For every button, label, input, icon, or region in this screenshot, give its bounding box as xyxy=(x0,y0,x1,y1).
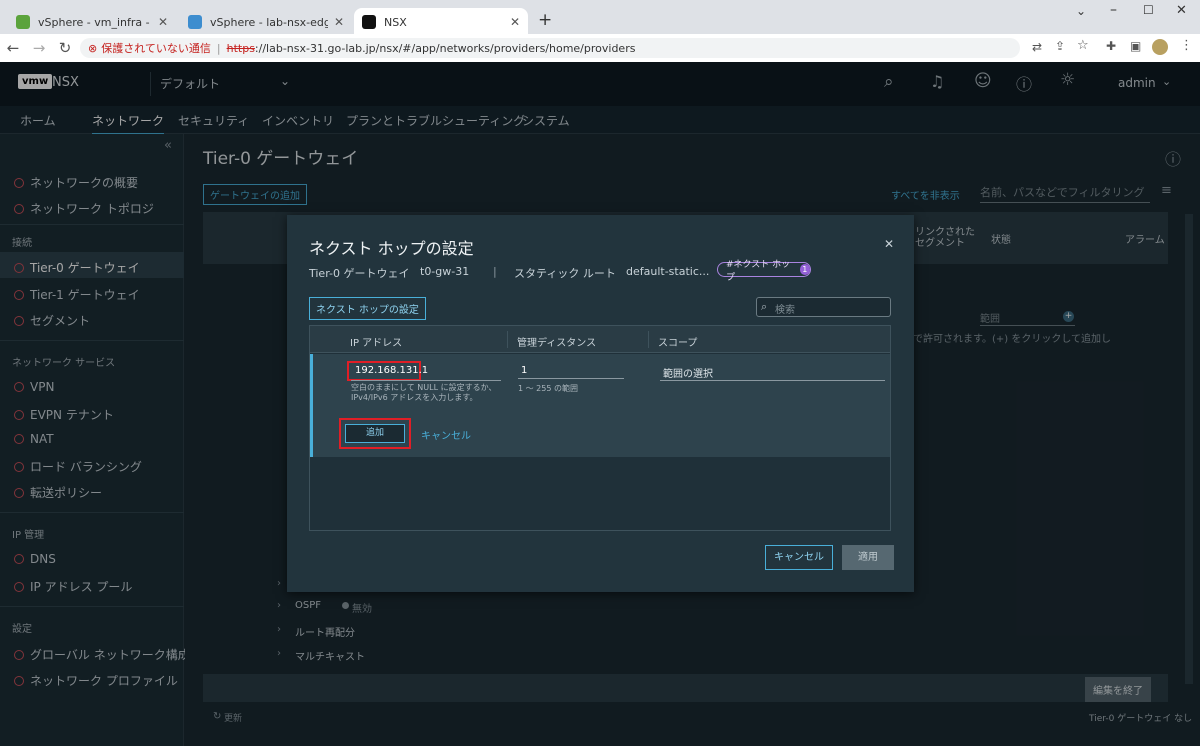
set-next-hop-button[interactable]: ネクスト ホップの設定 xyxy=(309,297,426,320)
col-admin-distance: 管理ディスタンス xyxy=(517,338,597,349)
url-scheme: https xyxy=(226,41,255,55)
vsphere-favicon-icon xyxy=(188,15,202,29)
breadcrumb-tier0: Tier-0 ゲートウェイ xyxy=(309,267,410,280)
maximize-icon[interactable]: ☐ xyxy=(1143,3,1154,17)
next-hop-modal: ネクスト ホップの設定 ✕ Tier-0 ゲートウェイ t0-gw-31 | ス… xyxy=(287,215,914,592)
admin-distance-input[interactable]: 1 xyxy=(521,365,527,376)
tab-list-icon[interactable]: ⌄ xyxy=(1076,4,1086,18)
search-placeholder: 検索 xyxy=(775,305,795,316)
modal-search-input[interactable]: ⌕ 検索 xyxy=(756,297,891,317)
profile-avatar[interactable] xyxy=(1152,39,1168,55)
new-tab-button[interactable]: + xyxy=(538,10,552,30)
translate-icon[interactable]: ⇄ xyxy=(1032,40,1042,54)
breadcrumb-route-name: default-static... xyxy=(626,265,710,278)
cancel-button[interactable]: キャンセル xyxy=(765,545,833,570)
close-tab-icon[interactable]: ✕ xyxy=(158,15,168,29)
search-icon: ⌕ xyxy=(761,300,768,313)
col-scope: スコープ xyxy=(658,338,698,349)
not-secure-icon: ⊗ xyxy=(88,41,98,55)
ip-underline xyxy=(351,380,501,381)
add-button[interactable]: 追加 xyxy=(345,424,405,443)
distance-help-text: 1 ～ 255 の範囲 xyxy=(518,384,578,393)
url-text: ://lab-nsx-31.go-lab.jp/nsx/#/app/networ… xyxy=(254,41,636,55)
browser-menu-icon[interactable]: ⋮ xyxy=(1180,38,1193,53)
tab-title: vSphere - vm_infra - サマリ xyxy=(38,16,152,29)
col-ip-address: IP アドレス xyxy=(350,338,403,349)
next-hop-table: IP アドレス 管理ディスタンス スコープ 192.168.131.1 空白のま… xyxy=(309,325,891,531)
apply-button[interactable]: 適用 xyxy=(842,545,894,570)
bookmark-star-icon[interactable]: ☆ xyxy=(1077,38,1089,53)
close-tab-icon[interactable]: ✕ xyxy=(334,15,344,29)
security-warning: 保護されていない通信 xyxy=(101,42,211,55)
breadcrumb-separator: | xyxy=(493,265,497,278)
nsx-favicon-icon xyxy=(362,15,376,29)
forward-icon[interactable]: → xyxy=(26,39,52,57)
editing-row: 192.168.131.1 空白のままにして NULL に設定するか、IPv4/… xyxy=(310,354,890,457)
reload-icon[interactable]: ↻ xyxy=(52,39,78,57)
browser-tab-nsx[interactable]: NSX ✕ xyxy=(354,8,528,36)
col-divider xyxy=(507,331,508,348)
close-tab-icon[interactable]: ✕ xyxy=(510,15,520,29)
scope-underline xyxy=(660,380,885,381)
browser-tab-edge[interactable]: vSphere - lab-nsx-edge-31 - サマ ✕ xyxy=(180,8,352,36)
back-icon[interactable]: ← xyxy=(0,39,26,57)
col-divider xyxy=(648,331,649,348)
tab-title: vSphere - lab-nsx-edge-31 - サマ xyxy=(210,16,328,29)
badge-count: 1 xyxy=(799,264,810,275)
close-window-icon[interactable]: ✕ xyxy=(1176,3,1187,18)
extensions-icon[interactable]: ✚ xyxy=(1106,39,1116,53)
distance-underline xyxy=(518,378,624,379)
share-icon[interactable]: ⇪ xyxy=(1055,39,1065,53)
cancel-row-link[interactable]: キャンセル xyxy=(421,427,471,442)
modal-title: ネクスト ホップの設定 xyxy=(309,239,474,258)
tab-title: NSX xyxy=(384,15,407,29)
breadcrumb-static-route: スタティック ルート xyxy=(514,267,616,280)
breadcrumb-gateway: t0-gw-31 xyxy=(420,265,470,278)
minimize-icon[interactable]: – xyxy=(1110,2,1117,18)
vsphere-favicon-icon xyxy=(16,15,30,29)
address-bar-row: ← → ↻ ⊗ 保護されていない通信 | https ://lab-nsx-31… xyxy=(0,34,1200,62)
close-modal-icon[interactable]: ✕ xyxy=(884,237,894,251)
browser-tab-vm-infra[interactable]: vSphere - vm_infra - サマリ ✕ xyxy=(8,8,176,36)
browser-chrome: vSphere - vm_infra - サマリ ✕ vSphere - lab… xyxy=(0,0,1200,62)
url-divider: | xyxy=(216,41,221,55)
scope-select[interactable]: 範囲の選択 xyxy=(663,365,713,380)
next-hop-count-badge: #ネクスト ホップ 1 xyxy=(717,260,811,283)
badge-label: #ネクスト ホップ xyxy=(726,259,791,283)
url-bar[interactable]: ⊗ 保護されていない通信 | https ://lab-nsx-31.go-la… xyxy=(80,38,1020,58)
ip-help-text: 空白のままにして NULL に設定するか、IPv4/IPv6 アドレスを入力しま… xyxy=(351,383,497,402)
ip-address-input[interactable]: 192.168.131.1 xyxy=(355,365,428,376)
side-panel-icon[interactable]: ▣ xyxy=(1130,39,1141,53)
